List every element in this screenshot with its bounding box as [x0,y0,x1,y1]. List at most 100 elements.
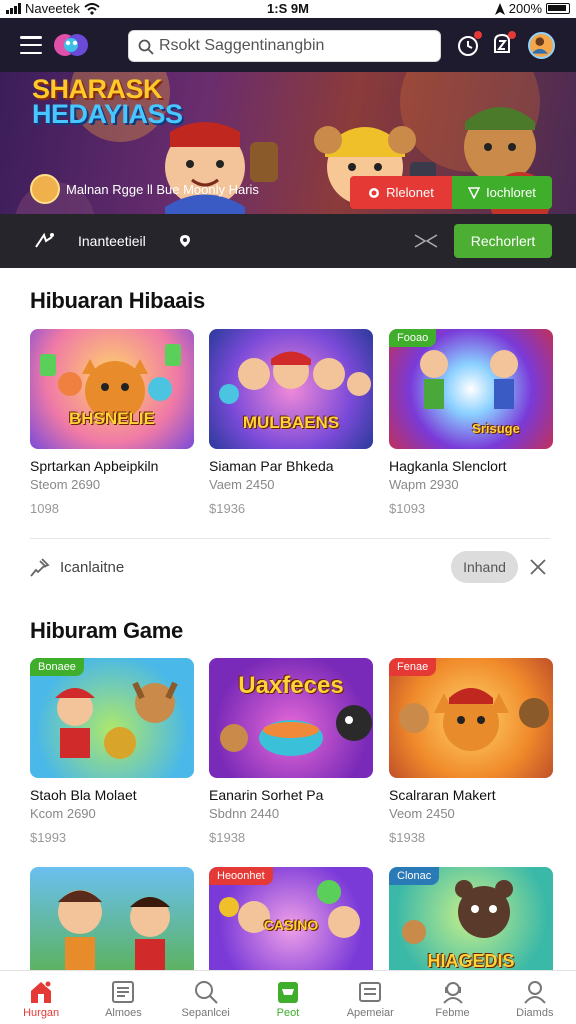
card-title: Sprtarkan Apbeipkiln [30,458,159,474]
nav-label: Peot [276,1007,300,1019]
filter-pill-button[interactable]: Inhand [451,551,518,583]
game-card[interactable]: Fenae Scalraran Makert Veom 2450 $1938 [389,658,553,845]
nav-item-store[interactable]: Peot [247,971,329,1024]
game-thumbnail: Heoonhet CASINO [209,867,373,987]
game-thumbnail: Fooao Srisuge [389,329,553,449]
card-title: Siaman Par Bhkeda [209,458,334,474]
game-card[interactable]: Heoonhet CASINO [209,867,373,987]
banner-avatar [30,174,60,204]
close-icon[interactable] [529,558,547,576]
game-card[interactable] [30,867,194,987]
store-icon [277,982,298,1003]
banner-user: Malnan Rgge ll Bue Moonly Haris [30,174,259,204]
badge-dot [508,31,516,39]
status-time: 1:S 9M [267,1,309,16]
strip-action-button[interactable]: Rechorlert [454,224,552,258]
location-icon [494,2,505,15]
thumb-art-text: HIAGEDIS [427,951,515,971]
menu-icon[interactable] [20,36,42,54]
notification-dot [474,31,482,39]
swap-icon[interactable] [413,233,439,249]
search-icon [138,39,154,55]
nav-item-list[interactable]: Apemeiar [329,971,411,1024]
card-price: $1993 [30,830,67,845]
thumb-art-text: CASINO [263,917,319,933]
card-subtitle: Sbdnn 2440 [209,806,280,821]
nav-item-news[interactable]: Almoes [82,971,164,1024]
nav-item-search[interactable]: Sepanlcei [165,971,247,1024]
game-card[interactable]: Uaxfeces Eanarin Sorhet Pa Sbdnn 2440 $1… [209,658,373,845]
game-card[interactable]: Bonaee Staoh Bla Molaet Kcom 2690 $1993 [30,658,194,845]
nav-label: Sepanlcei [181,1007,230,1019]
thumb-art-text: Uaxfeces [238,672,344,699]
card-subtitle: Veom 2450 [389,806,455,821]
card-title: Hagkanla Slenclort [389,458,507,474]
banner-title: SHARASK HEDAYIASS [32,76,183,129]
card-price: $1938 [389,830,426,845]
card-title: Staoh Bla Molaet [30,787,137,803]
app-logo-icon[interactable] [52,28,90,62]
heart-icon [369,187,380,198]
card-subtitle: Kcom 2690 [30,806,96,821]
divider [30,538,550,539]
strip-button-label: Rechorlert [470,233,536,249]
card-price: $1936 [209,501,246,516]
bottom-nav: Hurgan Almoes Sepanlcei Peot Apemeiar Fe… [0,970,576,1024]
strip-label: Inanteetieil [78,233,146,249]
thumb-art [40,344,181,421]
thumb-art-text: MULBAENS [242,413,340,432]
game-thumbnail: Fenae [389,658,553,778]
banner-green-label: Iochloret [486,185,536,200]
filter-label: Icanlaitne [60,559,125,576]
card-title: Scalraran Makert [389,787,496,803]
card-tag: Clonac [389,867,440,885]
card-tag: Fenae [389,658,437,676]
status-right: 200% [494,1,570,16]
section1-title: Hibuaran Hibaais [30,288,205,313]
nav-label: Diamds [516,1007,554,1019]
support-icon [442,982,463,1004]
card-tag: Heoonhet [209,867,273,885]
game-card[interactable]: Clonac HIAGEDIS [389,867,553,987]
nav-label: Apemeiar [346,1007,394,1019]
status-bar: Naveetek 1:S 9M 200% [0,0,576,18]
nav-item-home[interactable]: Hurgan [0,971,82,1024]
pill-label: Inhand [463,559,506,575]
banner-title-line2: HEDAYIASS [32,99,183,129]
pin-icon[interactable] [28,557,50,579]
card-subtitle: Vaem 2450 [209,477,275,492]
battery-icon [546,3,570,14]
hero-banner[interactable]: SHARASK HEDAYIASS Malnan Rgge ll Bue Moo… [0,72,576,214]
card-subtitle: Steom 2690 [30,477,101,492]
banner-red-label: Rlelonet [386,185,434,200]
game-card[interactable]: MULBAENS Siaman Par Bhkeda Vaem 2450 $19… [209,329,373,516]
game-thumbnail: Clonac HIAGEDIS [389,867,553,987]
search-placeholder: Rsokt Saggentinangbin [159,37,325,54]
thumb-art-text: Srisuge [472,421,520,436]
battery-percent: 200% [508,1,542,16]
list-icon [359,982,382,1002]
card-tag: Bonaee [30,658,84,676]
game-card[interactable]: Fooao Srisuge Hagkanla Slenclort Wapm 29… [389,329,553,516]
nav-item-profile[interactable]: Diamds [494,971,576,1024]
shield-icon [468,186,481,199]
profile-icon [524,981,546,1004]
search-icon [194,981,218,1004]
banner-red-button[interactable]: Rlelonet [350,176,452,209]
card-subtitle: Wapm 2930 [389,477,459,492]
game-card[interactable]: BHSNELIE Sprtarkan Apbeipkiln Steom 2690… [30,329,194,516]
game-thumbnail: Bonaee [30,658,194,778]
card-price: $1093 [389,501,426,516]
promo-strip: Inanteetieil Rechorlert [0,214,576,268]
search-input[interactable]: Rsokt Saggentinangbin [128,30,441,62]
card-title: Eanarin Sorhet Pa [209,787,324,803]
user-avatar[interactable] [528,32,555,59]
nav-label: Almoes [105,1007,142,1019]
banner-green-button[interactable]: Iochloret [452,176,552,209]
nav-label: Febme [435,1007,470,1019]
thumb-art [58,890,170,979]
sparkle-icon [35,232,54,248]
nav-item-support[interactable]: Febme [411,971,493,1024]
filter-row: Icanlaitne Inhand [0,548,576,588]
card-tag: Fooao [389,329,437,347]
